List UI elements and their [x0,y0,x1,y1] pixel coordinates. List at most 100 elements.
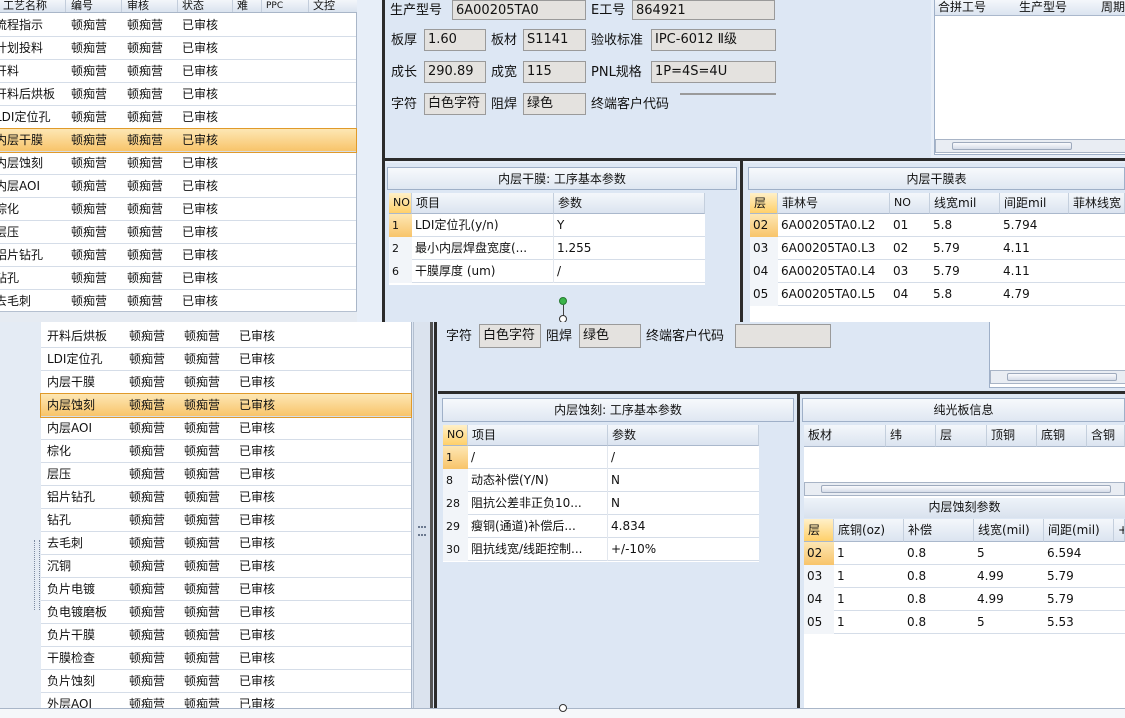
table-row[interactable]: 29 瘦铜(通道)补偿后... 4.834 [443,515,759,538]
table-row[interactable]: 棕化 顿痴营 顿痴营 已审核 [0,198,356,221]
film-table-col-no[interactable]: NO [890,193,930,214]
etch-table-col-layer[interactable]: 层 [804,519,834,542]
front-splitter-horizontal[interactable] [438,391,1125,394]
plain-col-cu[interactable]: 含铜 [1087,425,1125,447]
table-row[interactable]: 1 LDI定位孔(y/n) Y [389,214,705,237]
table-row[interactable]: 层压 顿痴营 顿痴营 已审核 [0,221,356,244]
plain-board-scrollbar[interactable] [804,482,1125,496]
table-row[interactable]: 内层AOI 顿痴营 顿痴营 已审核 [41,417,411,440]
front-splitter-grip[interactable] [418,526,426,536]
table-row[interactable]: 去毛刺 顿痴营 顿痴营 已审核 [0,290,356,313]
customer-code-field[interactable] [680,93,776,95]
table-row[interactable]: 开料后烘板 顿痴营 顿痴营 已审核 [0,83,356,106]
plain-col-material[interactable]: 板材 [804,425,886,447]
table-row[interactable]: 8 动态补偿(Y/N) N [443,469,759,492]
front-merge-scroll-thumb[interactable] [1007,373,1117,381]
pnl-field[interactable]: 1P=4S=4U [651,61,776,83]
front-mask-field[interactable]: 绿色 [579,324,641,348]
film-table-col-layer[interactable]: 层 [750,193,778,214]
front-merge-scrollbar[interactable] [990,370,1125,384]
table-row[interactable]: 负电镀磨板 顿痴营 顿痴营 已审核 [41,601,411,624]
col-header-merge-model[interactable]: 生产型号 [1019,0,1097,14]
plain-board-scroll-thumb[interactable] [821,485,1111,493]
front-char-field[interactable]: 白色字符 [479,324,541,348]
etch-table-col-more[interactable]: + [1114,519,1125,542]
table-row[interactable]: 层压 顿痴营 顿痴营 已审核 [41,463,411,486]
film-params-col-no[interactable]: NO [389,193,412,214]
etch-table-col-botcu[interactable]: 底铜(oz) [834,519,904,542]
table-row[interactable]: 负片电镀 顿痴营 顿痴营 已审核 [41,578,411,601]
table-row[interactable]: 钻孔 顿痴营 顿痴营 已审核 [0,267,356,290]
col-header-difficulty[interactable]: 难 [234,0,262,12]
thickness-field[interactable]: 1.60 [424,29,486,51]
col-header-ppc[interactable]: PPC [263,0,309,12]
table-row[interactable]: 04 6A00205TA0.L4 03 5.79 4.11 [750,260,1125,283]
col-header-process[interactable]: 工艺名称 [0,0,66,12]
table-row[interactable]: 02 6A00205TA0.L2 01 5.8 5.794 [750,214,1125,237]
col-header-code[interactable]: 编号 [68,0,122,12]
table-row[interactable]: 2 最小内层焊盘宽度(... 1.255 [389,237,705,260]
film-params-col-value[interactable]: 参数 [554,193,705,214]
table-row[interactable]: 05 6A00205TA0.L5 04 5.8 4.79 [750,283,1125,306]
col-header-doc[interactable]: 文控 [310,0,356,12]
table-row[interactable]: 30 阻抗线宽/线距控制... +/-10% [443,538,759,561]
char-field[interactable]: 白色字符 [424,93,486,115]
table-row[interactable]: 03 6A00205TA0.L3 02 5.79 4.11 [750,237,1125,260]
table-row[interactable]: 开料后烘板 顿痴营 顿痴营 已审核 [41,325,411,348]
table-row[interactable]: 内层蚀刻 顿痴营 顿痴营 已审核 [0,152,356,175]
etch-params-col-no[interactable]: NO [443,425,468,446]
front-splitter-vertical[interactable] [430,322,433,708]
mask-field[interactable]: 绿色 [523,93,586,115]
standard-field[interactable]: IPC-6012 Ⅱ级 [651,29,776,51]
col-header-merge-period[interactable]: 周期 [1101,0,1125,14]
bottom-connector-endpoint[interactable] [559,704,567,712]
front-splitter-vertical-2[interactable] [434,322,437,708]
film-table-col-linewidth[interactable]: 线宽mil [930,193,1000,214]
table-row[interactable]: 内层蚀刻 顿痴营 顿痴营 已审核 [40,393,412,418]
table-row[interactable]: 铝片钻孔 顿痴营 顿痴营 已审核 [0,244,356,267]
merge-grid-scrollbar[interactable] [935,139,1125,153]
plain-col-topcu[interactable]: 顶铜 [987,425,1037,447]
table-row[interactable]: 内层干膜 顿痴营 顿痴营 已审核 [41,371,411,394]
table-row[interactable]: 1// [443,446,759,469]
etch-table-col-comp[interactable]: 补偿 [904,519,974,542]
film-params-col-item[interactable]: 项目 [412,193,554,214]
table-row[interactable]: 铝片钻孔 顿痴营 顿痴营 已审核 [41,486,411,509]
front-splitter-middle[interactable] [797,394,800,708]
merge-grid-scroll-thumb[interactable] [952,142,1072,150]
etch-table-col-linewidth[interactable]: 线宽(mil) [974,519,1044,542]
table-row[interactable]: LDI定位孔 顿痴营 顿痴营 已审核 [41,348,411,371]
connector-handle[interactable] [559,297,567,305]
plain-col-layer[interactable]: 层 [936,425,987,447]
plain-col-botcu[interactable]: 底铜 [1037,425,1087,447]
table-row[interactable]: 6 干膜厚度 (um) / [389,260,705,283]
plain-col-weft[interactable]: 纬 [886,425,936,447]
back-grid-scrollbar[interactable] [0,311,357,322]
table-row[interactable]: 流程指示 顿痴营 顿痴营 已审核 [0,14,356,37]
etch-params-col-item[interactable]: 项目 [468,425,608,446]
table-row[interactable]: LDI定位孔 顿痴营 顿痴营 已审核 [0,106,356,129]
eno-field[interactable]: 864921 [632,0,775,20]
length-field[interactable]: 290.89 [424,61,486,83]
front-right-splitter-strip[interactable] [413,322,430,708]
table-row[interactable]: 05 1 0.8 5 5.53 [804,611,1125,634]
table-row[interactable]: 计划投料 顿痴营 顿痴营 已审核 [0,37,356,60]
back-splitter-horizontal[interactable] [383,158,1125,161]
table-row[interactable]: 棕化 顿痴营 顿痴营 已审核 [41,440,411,463]
col-header-status[interactable]: 状态 [179,0,233,12]
material-field[interactable]: S1141 [523,29,586,51]
table-row[interactable]: 沉铜 顿痴营 顿痴营 已审核 [41,555,411,578]
table-row[interactable]: 开料 顿痴营 顿痴营 已审核 [0,60,356,83]
table-row[interactable]: 去毛刺 顿痴营 顿痴营 已审核 [41,532,411,555]
table-row[interactable]: 内层干膜 顿痴营 顿痴营 已审核 [0,128,357,153]
table-row[interactable]: 28 阻抗公差非正负10... N [443,492,759,515]
film-table-col-film[interactable]: 菲林号 [778,193,890,214]
film-table-col-filmwidth[interactable]: 菲林线宽 [1069,193,1125,214]
front-customer-code-field[interactable] [735,324,831,348]
film-table-col-spacing[interactable]: 间距mil [1000,193,1069,214]
width-field[interactable]: 115 [523,61,586,83]
table-row[interactable]: 钻孔 顿痴营 顿痴营 已审核 [41,509,411,532]
etch-params-col-value[interactable]: 参数 [608,425,759,446]
table-row[interactable]: 负片蚀刻 顿痴营 顿痴营 已审核 [41,670,411,693]
col-header-merge-job[interactable]: 合拼工号 [938,0,1016,14]
